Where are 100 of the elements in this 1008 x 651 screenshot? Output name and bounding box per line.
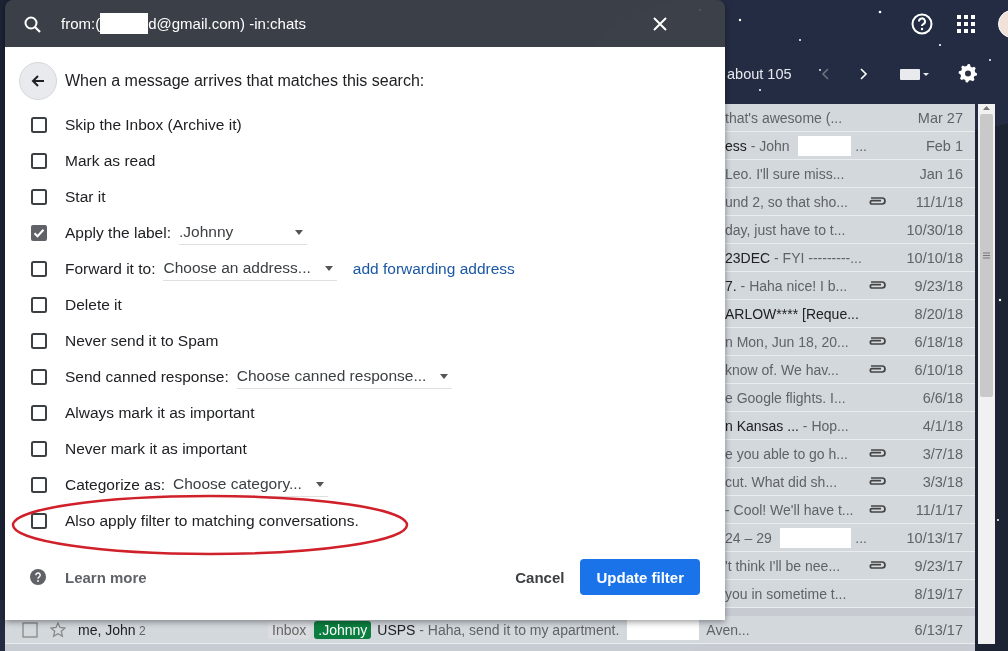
grip-icon [983,252,990,259]
message-snippet: - Haha, send it to my apartment. [418,621,621,638]
checkbox[interactable] [31,369,47,385]
help-icon[interactable] [30,569,46,585]
message-subject: USPS [377,621,416,638]
checkbox[interactable] [31,225,47,241]
learn-more-link[interactable]: Learn more [65,568,508,586]
caret-icon [440,373,449,379]
option-label: Star it [65,188,106,206]
checkbox[interactable] [31,297,47,313]
message-snippet: cut. What did sh... [725,473,838,490]
message-date: 11/1/18 [914,193,964,210]
message-subject: 7. [725,277,737,294]
search-query[interactable]: from:( [61,15,101,32]
dialog-heading: When a message arrives that matches this search: [65,72,425,90]
message-subject: ess [725,137,747,154]
message-date: Feb 1 [924,137,964,154]
dropdown[interactable]: Choose canned response... [236,365,453,389]
search-bar[interactable]: from:( d@gmail.com) -in:chats [5,0,725,47]
message-date: 11/1/17 [914,501,964,518]
message-date: 6/18/18 [913,333,964,350]
message-snippet: that's awesome (... [725,109,843,126]
page-count: about 105 [727,65,792,82]
message-snippet: - FYI ---------... [773,249,862,266]
message-date: 6/13/17 [913,621,964,638]
label-chip: Inbox [268,620,311,639]
option-label: Never send it to Spam [65,332,219,350]
message-snippet: - John [749,137,791,154]
scroll-up-icon[interactable] [982,104,991,112]
redaction-mark [100,13,149,34]
message-snippet: n Mon, Jun 18, 20... [725,333,849,350]
checkbox[interactable] [31,153,47,169]
message-snippet: Leo. I'll sure miss... [725,165,845,182]
search-icon[interactable] [23,14,41,33]
thread-count: 2 [137,623,146,638]
message-snippet: e you able to go h... [725,445,848,462]
message-date: Mar 27 [916,109,964,126]
update-filter-button[interactable]: Update filter [580,559,700,595]
close-icon[interactable] [651,14,669,33]
message-subject: n Kansas ... [725,417,799,434]
message-date: 9/23/17 [913,557,964,574]
message-subject: ARLOW**** [Reque... [725,305,859,322]
message-snippet: 24 – 29 [725,529,773,546]
message-date: 6/10/18 [913,361,964,378]
checkbox[interactable] [31,117,47,133]
message-date: 4/1/18 [921,417,964,434]
message-snippet: - Cool! We'll have t... [725,501,854,518]
option-label: Apply the label: [65,224,171,242]
checkbox[interactable] [31,405,47,421]
search-query[interactable]: d@gmail.com) -in:chats [148,15,306,32]
caret-icon [324,265,333,271]
checkbox[interactable] [31,513,47,529]
checkbox[interactable] [31,477,47,493]
message-snippet: ... [855,529,867,546]
checkbox[interactable] [31,189,47,205]
option-label: Forward it to: [65,260,156,278]
message-date: 3/3/18 [921,473,964,490]
keyboard-icon[interactable] [899,66,930,81]
message-date: 9/23/18 [913,277,964,294]
message-snippet: you in sometime t... [725,585,847,602]
redaction-mark [797,135,852,156]
message-date: 8/19/17 [913,585,964,602]
caret-icon [315,481,324,487]
star-icon[interactable] [50,621,66,638]
scrollbar-thumb[interactable] [980,114,993,397]
help-icon[interactable] [911,12,933,35]
apps-grid-icon[interactable] [956,14,975,33]
option-label: Always mark it as important [65,404,255,422]
message-date: Jan 16 [918,165,964,182]
settings-icon[interactable] [957,63,978,84]
message-date: 6/6/18 [921,389,964,406]
message-snippet: - Haha nice! I b... [739,277,848,294]
forwarding-link[interactable]: add forwarding address [352,260,515,278]
message-date: 10/10/18 [905,249,964,266]
label-chip: .Johnny [314,620,372,639]
option-label: Also apply filter to matching conversations. [65,512,359,530]
message-snippet: day, just have to t... [725,221,846,238]
message-snippet: Aven... [705,621,750,638]
checkbox[interactable] [31,333,47,349]
checkbox[interactable] [31,261,47,277]
cancel-button[interactable]: Cancel [507,560,573,594]
message-snippet: und 2, so that sho... [725,193,848,210]
option-label: Send canned response: [65,368,229,386]
message-snippet: know of. We hav... [725,361,839,378]
dropdown[interactable]: .Johnny [179,221,307,245]
option-label: Never mark it as important [65,440,247,458]
dropdown[interactable]: Choose category... [172,473,328,497]
scrollbar[interactable] [978,104,995,644]
message-snippet: e Google flights. I... [725,389,846,406]
back-button[interactable] [19,62,57,100]
message-snippet: ... [855,137,867,154]
option-label: Delete it [65,296,122,314]
checkbox[interactable] [31,441,47,457]
dropdown[interactable]: Choose an address... [163,257,337,281]
message-date: 3/7/18 [921,445,964,462]
chevron-right-icon[interactable] [857,66,868,81]
message-snippet: 't think I'll be nee... [725,557,841,574]
chevron-left-icon[interactable] [819,66,830,81]
checkbox[interactable] [22,621,38,638]
option-label: Skip the Inbox (Archive it) [65,116,242,134]
